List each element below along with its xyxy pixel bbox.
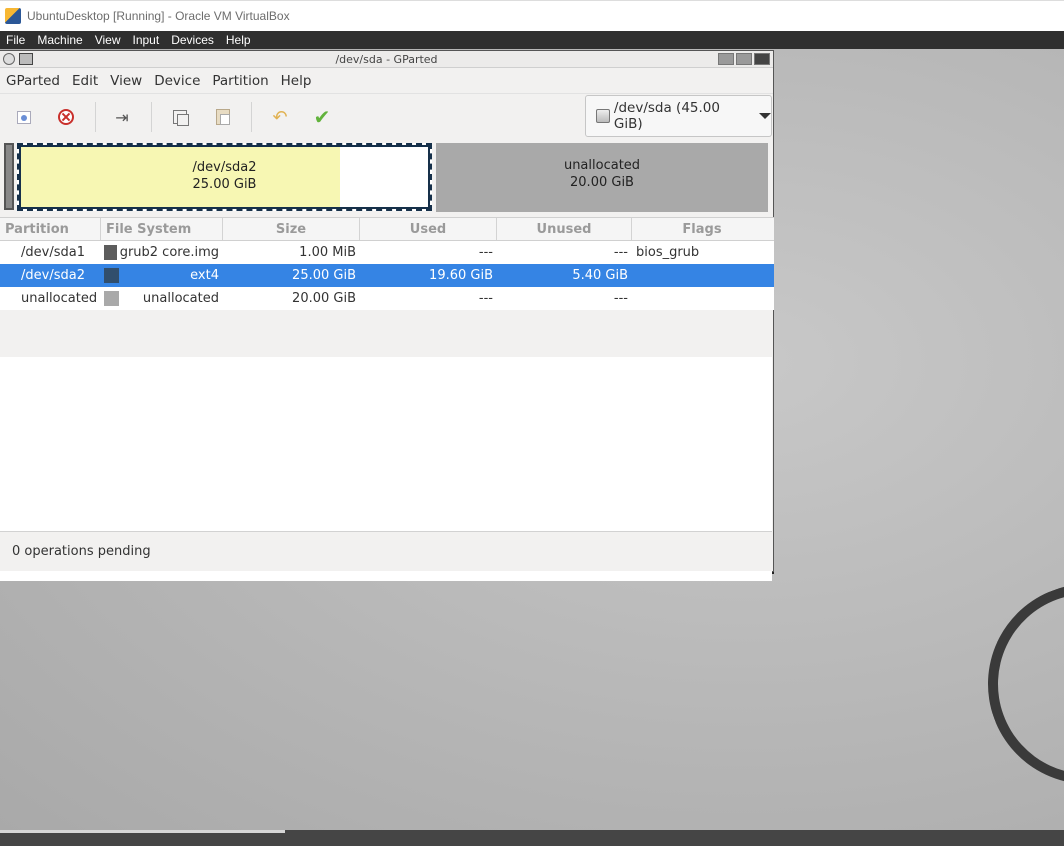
column-header-flags[interactable]: Flags <box>632 218 772 240</box>
apply-button[interactable]: ✔ <box>310 105 334 129</box>
toolbar-separator <box>151 102 152 132</box>
virtualbox-logo-icon <box>5 8 21 24</box>
chevron-down-icon <box>759 113 771 119</box>
file-system-color-swatch <box>104 291 119 306</box>
cell-unused: 5.40 GiB <box>572 268 628 283</box>
cell-size: 25.00 GiB <box>292 268 356 283</box>
cell-flags <box>632 264 772 287</box>
undo-icon: ↶ <box>272 106 288 128</box>
device-selector[interactable]: /dev/sda (45.00 GiB) <box>585 95 772 137</box>
apply-icon: ✔ <box>313 105 331 129</box>
host-menu-devices[interactable]: Devices <box>165 33 220 47</box>
host-window-titlebar: UbuntuDesktop [Running] - Oracle VM Virt… <box>0 0 1064 31</box>
file-system-label: ext4 <box>190 268 219 283</box>
gparted-menubar: GParted Edit View Device Partition Help <box>0 68 773 94</box>
gparted-app-icon <box>19 53 33 65</box>
resize-move-button[interactable]: ⇥ <box>110 105 134 129</box>
cell-size: 1.00 MiB <box>299 245 356 260</box>
menu-edit[interactable]: Edit <box>66 73 104 89</box>
toolbar-separator <box>95 102 96 132</box>
disk-visual-sda2-label: /dev/sda2 25.00 GiB <box>19 159 430 193</box>
host-menubar: File Machine View Input Devices Help <box>0 31 1064 49</box>
host-menu-help[interactable]: Help <box>220 33 257 47</box>
column-header-partition[interactable]: Partition <box>0 218 101 240</box>
cell-unused: --- <box>613 291 628 306</box>
column-header-size[interactable]: Size <box>223 218 360 240</box>
gparted-titlebar: /dev/sda - GParted <box>0 51 773 68</box>
delete-partition-button[interactable] <box>54 105 78 129</box>
cell-file-system: ext4 <box>101 264 223 287</box>
menu-partition[interactable]: Partition <box>206 73 274 89</box>
menu-device[interactable]: Device <box>148 73 206 89</box>
column-header-used[interactable]: Used <box>360 218 497 240</box>
toolbar-separator <box>251 102 252 132</box>
undo-button[interactable]: ↶ <box>268 105 292 129</box>
new-partition-button[interactable] <box>12 105 36 129</box>
device-selector-label: /dev/sda (45.00 GiB) <box>613 100 720 132</box>
column-header-unused[interactable]: Unused <box>497 218 632 240</box>
host-menu-view[interactable]: View <box>89 33 127 47</box>
host-menu-input[interactable]: Input <box>127 33 166 47</box>
window-menu-icon[interactable] <box>3 53 15 65</box>
gparted-statusbar: 0 operations pending <box>0 531 772 571</box>
disk-visual-sda2[interactable]: /dev/sda2 25.00 GiB <box>17 143 432 211</box>
cell-file-system: grub2 core.img <box>101 241 223 264</box>
host-menu-file[interactable]: File <box>0 33 31 47</box>
maximize-button[interactable] <box>736 53 752 65</box>
operations-pending-status: 0 operations pending <box>12 544 151 559</box>
copy-icon <box>173 110 189 126</box>
close-button[interactable] <box>754 53 770 65</box>
paste-button[interactable] <box>211 105 235 129</box>
partition-table: Partition File System Size Used Unused F… <box>0 217 774 310</box>
file-system-color-swatch <box>104 245 117 260</box>
cell-flags: bios_grub <box>636 245 700 260</box>
disk-visual-unallocated-size: 20.00 GiB <box>570 175 634 190</box>
file-system-label: unallocated <box>142 291 219 306</box>
paste-icon <box>216 109 230 125</box>
table-row[interactable]: /dev/sda1 grub2 core.img 1.00 MiB --- --- bio… <box>0 241 774 264</box>
cell-size: 20.00 GiB <box>292 291 356 306</box>
table-row[interactable]: /dev/sda2 ext4 25.00 GiB 19.60 GiB 5.40 GiB <box>0 264 774 287</box>
disk-visual-unallocated[interactable]: unallocated 20.00 GiB <box>436 143 768 212</box>
cell-flags <box>632 287 772 310</box>
resize-move-icon: ⇥ <box>115 107 129 127</box>
menu-view[interactable]: View <box>104 73 148 89</box>
copy-button[interactable] <box>168 105 192 129</box>
file-system-label: grub2 core.img <box>119 245 219 260</box>
cell-partition: /dev/sda2 <box>21 268 85 283</box>
disk-visual-map: /dev/sda2 25.00 GiB unallocated 20.00 Gi… <box>0 142 774 214</box>
gparted-window-title: /dev/sda - GParted <box>335 52 438 66</box>
cell-partition: /dev/sda1 <box>21 245 85 260</box>
file-system-color-swatch <box>104 268 119 283</box>
cell-partition: unallocated <box>21 291 98 306</box>
delete-partition-icon <box>58 109 74 125</box>
cell-file-system: unallocated <box>101 287 223 310</box>
cell-used: 19.60 GiB <box>429 268 493 283</box>
table-row[interactable]: unallocated unallocated 20.00 GiB --- --- <box>0 287 774 310</box>
host-menu-machine[interactable]: Machine <box>31 33 88 47</box>
disk-visual-sda2-size: 25.00 GiB <box>192 177 257 192</box>
disk-icon <box>596 109 610 123</box>
menu-gparted[interactable]: GParted <box>0 73 66 89</box>
disk-visual-unallocated-name: unallocated <box>563 158 641 173</box>
cell-unused: --- <box>613 245 628 260</box>
cell-used: --- <box>478 245 493 260</box>
host-scrollbar[interactable] <box>0 830 285 833</box>
cell-used: --- <box>478 291 493 306</box>
menu-help[interactable]: Help <box>275 73 318 89</box>
new-partition-icon <box>17 110 31 124</box>
gparted-window: /dev/sda - GParted GParted Edit View Dev… <box>0 50 774 581</box>
disk-visual-unallocated-label: unallocated 20.00 GiB <box>436 157 768 191</box>
disk-visual-sda2-name: /dev/sda2 <box>192 160 257 175</box>
disk-visual-sda1[interactable] <box>4 143 14 210</box>
column-header-file-system[interactable]: File System <box>101 218 223 240</box>
host-window-title: UbuntuDesktop [Running] - Oracle VM Virt… <box>27 9 290 23</box>
desktop-swirl-logo-icon <box>959 555 1064 813</box>
minimize-button[interactable] <box>718 53 734 65</box>
partition-table-header: Partition File System Size Used Unused F… <box>0 217 774 241</box>
